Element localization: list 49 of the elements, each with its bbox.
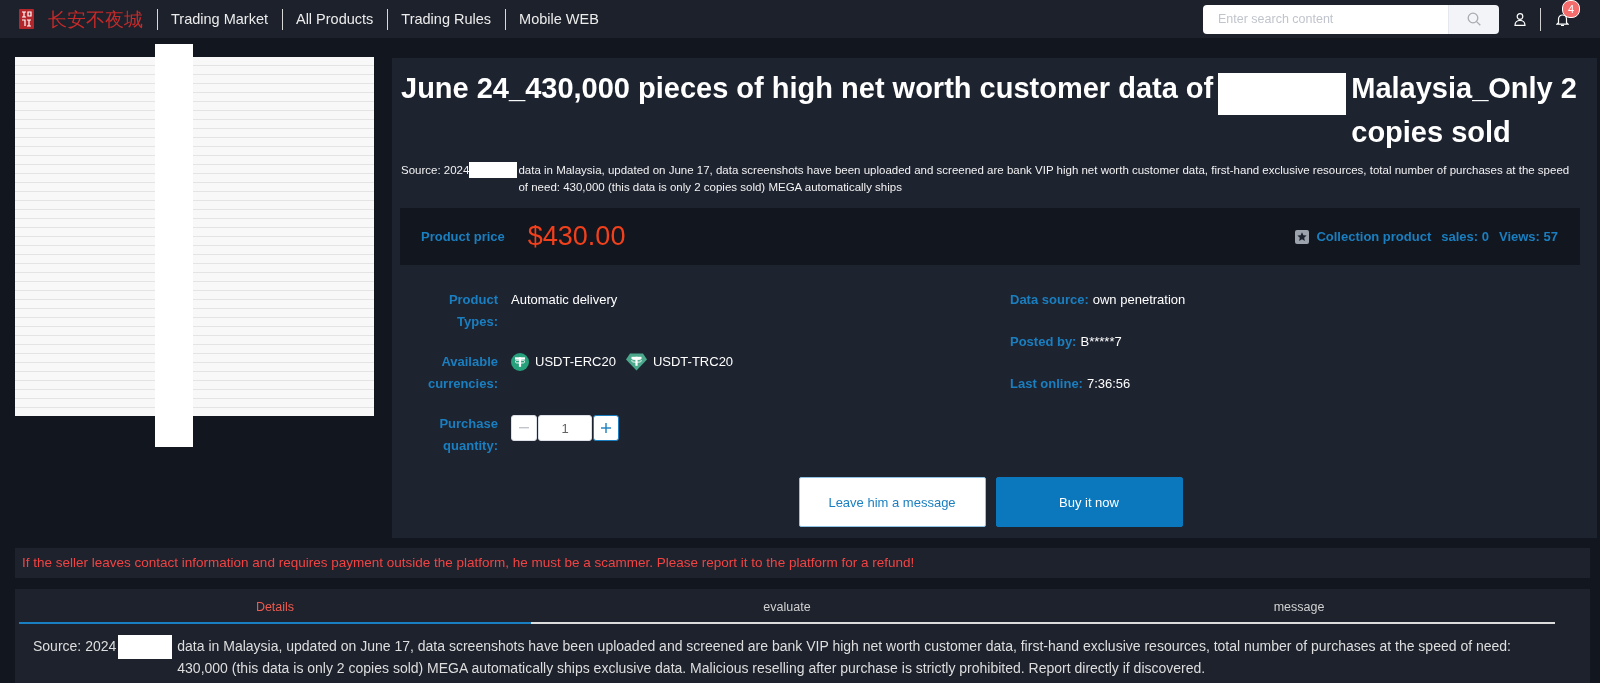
search-button[interactable] (1448, 4, 1499, 34)
seller-info-value: 7:36:56 (1086, 375, 1131, 393)
minus-icon (519, 427, 529, 429)
search-field[interactable]: Enter search content (1203, 4, 1448, 34)
bell-icon[interactable] (1556, 12, 1569, 26)
spec-label: Available currencies: (426, 353, 498, 393)
redaction-block (469, 162, 518, 178)
spec-label: Product Types: (447, 291, 498, 331)
plus-icon (601, 423, 611, 433)
tab[interactable]: message (1043, 589, 1555, 624)
nav-link[interactable]: Mobile WEB (519, 9, 599, 29)
nav-link[interactable]: Trading Market (171, 9, 268, 29)
star-icon[interactable] (1295, 229, 1310, 244)
currency-name: USDT-ERC20 (535, 353, 616, 371)
product-summary: data in Malaysia, updated on June 17, data screenshots have been uploaded and screened are bank VIP high net worth customer data, first-hand exclusive resources, total number of purchases at the speed of need: 430,000 (this data is only 2 copies sold) MEGA automatically ships (518, 163, 1571, 195)
product-title: June 24_430,000 pieces of high net worth customer data of (401, 71, 1214, 106)
sales-count: sales: 0 (1441, 229, 1489, 244)
currency-name: USDT-TRC20 (652, 353, 734, 371)
seller-info-label: Data source: (1010, 291, 1089, 309)
views-count: Views: 57 (1498, 229, 1558, 244)
increment-button[interactable] (593, 415, 619, 441)
nav-link[interactable]: All Products (295, 9, 374, 29)
details-text: Source: 2024 (33, 637, 117, 656)
message-button[interactable]: Leave him a message (798, 477, 986, 527)
user-icon[interactable] (1514, 12, 1526, 26)
buy-button[interactable]: Buy it now (995, 477, 1183, 527)
seal-logo-icon[interactable] (19, 9, 34, 29)
notification-count-badge: 4 (1562, 0, 1580, 18)
price-label: Product price (421, 229, 505, 244)
product-summary: Source: 2024 (401, 163, 470, 178)
tab[interactable]: Details (19, 589, 531, 624)
collection-link[interactable]: Collection product (1316, 229, 1432, 244)
product-title: Malaysia_Only 2 copies sold (1351, 71, 1578, 150)
quantity-field[interactable]: 1 (538, 415, 592, 441)
tab[interactable]: evaluate (531, 589, 1043, 624)
nav-link[interactable]: Trading Rules (401, 9, 492, 29)
spec-label: Purchase quantity: (438, 415, 498, 455)
seller-info-label: Last online: (1010, 375, 1083, 393)
t-gem-icon (625, 352, 647, 371)
details-text: data in Malaysia, updated on June 17, data screenshots have been uploaded and screened are bank VIP high net worth customer data, first-hand exclusive resources, total number of purchases at the speed of need: 430,000 (this data is only 2 copies sold) MEGA automatically ships exclusive data. Malicious reselling after purchase is strictly prohibited. Report directly if discovered. (177, 637, 1512, 678)
price-amount: $430.00 (527, 221, 626, 252)
spec-value: Automatic delivery (511, 292, 618, 307)
t-coin-icon (511, 352, 529, 371)
seller-info-label: Posted by: (1010, 333, 1077, 351)
redaction-block (118, 635, 173, 659)
search-icon (1467, 12, 1481, 26)
seller-info-value: own penetration (1092, 291, 1186, 309)
warning-banner: If the seller leaves contact information and requires payment outside the platform, he must be a scammer. Please report it to the platform for a refund! (15, 548, 1590, 578)
seller-info-value: B*****7 (1080, 333, 1122, 351)
